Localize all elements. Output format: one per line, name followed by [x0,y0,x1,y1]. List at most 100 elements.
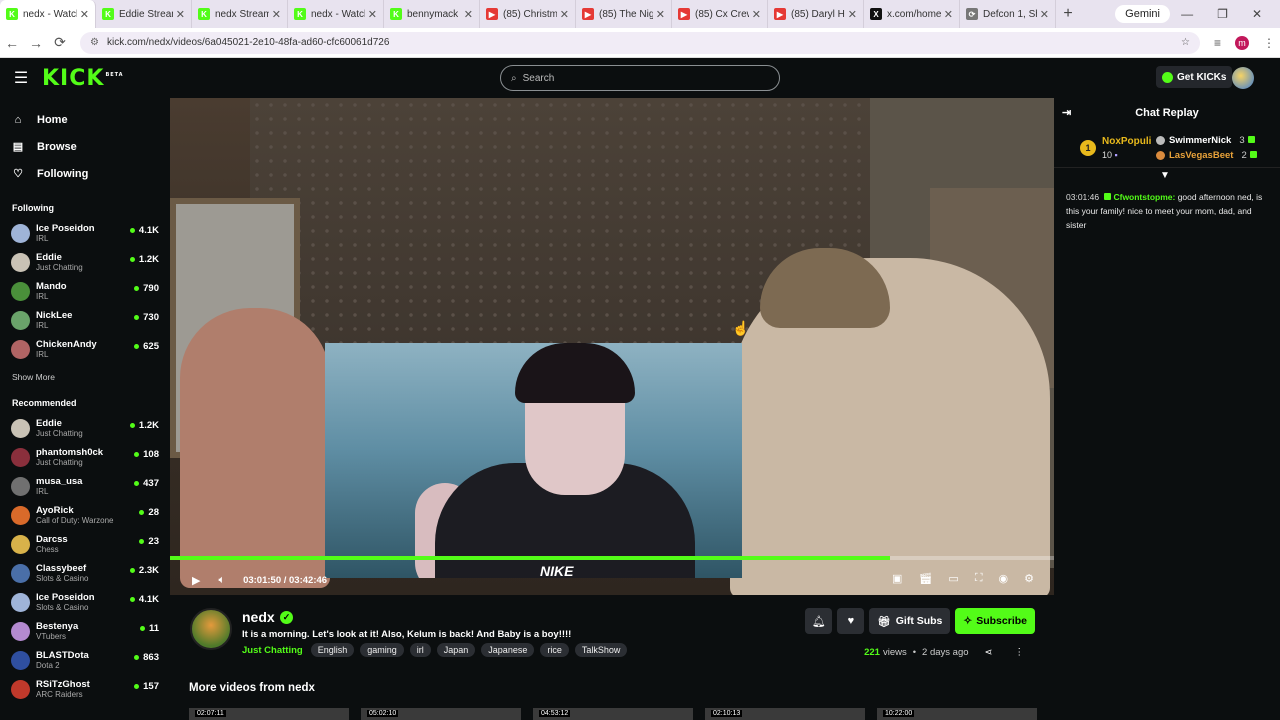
channel-avatar[interactable] [190,608,232,650]
progress-fill[interactable] [170,556,891,560]
play-icon[interactable]: ▶ [192,574,200,587]
tag-chip[interactable]: Japanese [481,643,535,657]
follow-heart-button[interactable]: ♥ [837,608,865,634]
sidebar-channel[interactable]: Eddie Just Chatting 1.2K [0,248,170,277]
tab-close-icon[interactable]: ✕ [176,8,185,21]
browser-tab[interactable]: Kbennymack - ✕ [384,0,480,28]
browser-tab[interactable]: ⟳ Defcon 1, Sh ✕ [960,0,1056,28]
theater-mode-icon[interactable]: ▭ [948,572,958,585]
sidebar-channel[interactable]: Eddie Just Chatting 1.2K [0,414,170,443]
hamburger-menu-icon[interactable]: ☰ [0,68,42,88]
nav-item-home[interactable]: ⌂ Home [0,106,170,133]
kick-logo[interactable]: KICKBETA [42,66,124,91]
tag-chip[interactable]: gaming [360,643,404,657]
user-avatar[interactable] [1232,67,1254,89]
sidebar-channel[interactable]: NickLee IRL 730 [0,306,170,335]
clip-icon[interactable]: 🎬︎ [918,572,932,585]
sidebar-channel[interactable]: Bestenya VTubers 11 [0,617,170,646]
notification-bell-button[interactable]: 🔔︎ [805,608,833,634]
tab-close-icon[interactable]: ✕ [1040,8,1049,21]
video-thumbnail[interactable]: 04:53:12 [533,708,693,720]
tab-close-icon[interactable]: ✕ [272,8,281,21]
get-kicks-button[interactable]: Get KICKs [1156,66,1233,88]
reload-icon[interactable]: ⟳ [48,34,72,51]
sidebar-channel[interactable]: Ice Poseidon Slots & Casino 4.1K [0,588,170,617]
expand-leaderboard-icon[interactable]: ▼ [1160,170,1170,181]
nav-item-browse[interactable]: ▤ Browse [0,133,170,160]
tab-close-icon[interactable]: ✕ [944,8,953,21]
reading-list-icon[interactable]: ≡ [1214,36,1221,50]
browser-tab[interactable]: Knedx - Watch ✕ [0,0,96,28]
video-thumbnail[interactable]: 10:22:00 [877,708,1037,720]
sidebar-channel[interactable]: Classybeef Slots & Casino 2.3K [0,559,170,588]
category-link[interactable]: Just Chatting [242,645,303,656]
sidebar-channel[interactable]: phantomsh0ck Just Chatting 108 [0,443,170,472]
tab-close-icon[interactable]: ✕ [848,8,857,21]
browser-tab[interactable]: Knedx - Watch ✕ [288,0,384,28]
site-info-icon[interactable]: ⚙ [90,37,99,48]
chat-username[interactable]: Cfwontstopme: [1113,192,1175,202]
fullscreen-icon[interactable]: ⛶ [975,572,983,585]
new-tab-icon[interactable]: + [1056,5,1080,23]
sidebar-channel[interactable]: Mando IRL 790 [0,277,170,306]
collapse-chat-icon[interactable]: ⇥ [1062,106,1071,119]
restore-icon[interactable]: ❐ [1217,7,1228,21]
miniplayer-icon[interactable]: ▣ [892,572,902,585]
video-player[interactable]: NIKE ☝ ▶ 🔈︎ 03:01:50 / 03:42:46 ▣ 🎬︎ ▭ ⛶… [170,98,1054,595]
volume-icon[interactable]: 🔈︎ [218,574,225,587]
sidebar-channel[interactable]: Darcss Chess 23 [0,530,170,559]
profile-avatar[interactable]: m [1235,35,1250,50]
more-options-icon[interactable]: ⋮ [1015,647,1025,658]
forward-icon[interactable]: → [24,35,48,51]
tag-chip[interactable]: irl [409,643,431,657]
sidebar-channel[interactable]: musa_usa IRL 437 [0,472,170,501]
tab-close-icon[interactable]: ✕ [560,8,569,21]
leader-1-name[interactable]: NoxPopuli [1102,136,1151,147]
tab-close-icon[interactable]: ✕ [752,8,761,21]
sidebar-channel[interactable]: Ice Poseidon IRL 4.1K [0,219,170,248]
tag-chip[interactable]: rice [540,643,569,657]
browser-tab[interactable]: ▶ (85) The Nigh✕ [576,0,672,28]
viewer-count: 2.3K [129,565,159,576]
tab-close-icon[interactable]: ✕ [464,8,473,21]
share-icon[interactable]: ⋖ [985,647,993,658]
leader-2[interactable]: SwimmerNick 3 [1156,135,1255,146]
sidebar-channel[interactable]: ChickenAndy IRL 625 [0,335,170,364]
kicks-coin-icon [1162,71,1173,83]
subscribe-button[interactable]: ✧ Subscribe [955,608,1035,634]
browser-tab[interactable]: Knedx Stream ✕ [192,0,288,28]
browser-tab[interactable]: ▶ (85) Christma✕ [480,0,576,28]
search-input[interactable]: ⌕ Search [500,65,780,91]
channel-name[interactable]: nedx [242,609,275,625]
tag-chip[interactable]: Japan [436,643,476,657]
bookmark-star-icon[interactable]: ☆ [1181,37,1190,48]
tab-close-icon[interactable]: ✕ [80,8,89,21]
show-more-link[interactable]: Show More [0,372,170,388]
sidebar-channel[interactable]: AyoRick Call of Duty: Warzone 28 [0,501,170,530]
video-thumbnail[interactable]: 02:10:13 [705,708,865,720]
tag-chip[interactable]: English [310,643,355,657]
playback-speed-icon[interactable]: ◉ [999,572,1009,585]
nav-label: Home [37,113,68,126]
browser-menu-icon[interactable]: ⋮ [1263,36,1275,50]
leader-3[interactable]: LasVegasBeet 2 [1156,150,1257,161]
back-icon[interactable]: ← [0,35,24,51]
sidebar-channel[interactable]: RSiTzGhost ARC Raiders 157 [0,675,170,704]
close-window-icon[interactable]: ✕ [1252,7,1262,21]
video-thumbnail[interactable]: 02:07:11 [189,708,349,720]
settings-gear-icon[interactable]: ⚙ [1024,572,1034,585]
gemini-button[interactable]: Gemini [1115,5,1170,23]
browser-tab[interactable]: ▶ (85) Cx Crew ✕ [672,0,768,28]
browser-tab[interactable]: K Eddie Stream✕ [96,0,192,28]
gift-subs-button[interactable]: 🎁︎ Gift Subs [869,608,951,634]
tag-chip[interactable]: TalkShow [574,643,628,657]
tab-close-icon[interactable]: ✕ [656,8,665,21]
browser-tab[interactable]: Xx.com/home ✕ [864,0,960,28]
video-thumbnail[interactable]: 05:02:10 [361,708,521,720]
minimize-icon[interactable]: — [1181,7,1193,21]
url-field[interactable]: ⚙ kick.com/nedx/videos/6a045021-2e10-48f… [80,31,1200,54]
browser-tab[interactable]: ▶ (85) Daryl Hal✕ [768,0,864,28]
sidebar-channel[interactable]: BLASTDota Dota 2 863 [0,646,170,675]
nav-item-following[interactable]: ♡ Following [0,160,170,187]
tab-close-icon[interactable]: ✕ [368,8,377,21]
